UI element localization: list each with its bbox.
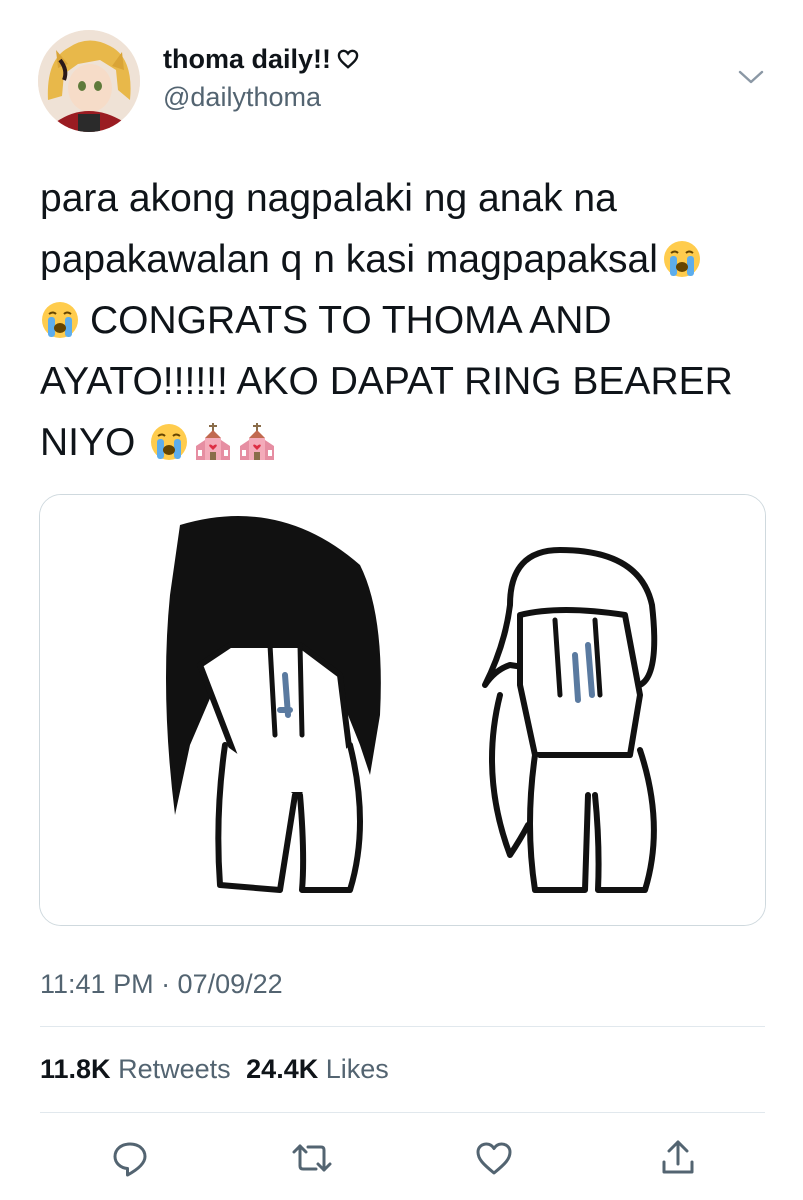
tweet-line-5: NIYO <box>40 412 780 473</box>
retweets-label[interactable]: Retweets <box>118 1054 231 1084</box>
reply-icon[interactable] <box>108 1136 152 1180</box>
retweets-count[interactable]: 11.8K <box>40 1054 111 1084</box>
tweet-line-3-text: CONGRATS TO THOMA AND <box>90 299 612 342</box>
display-name-text: thoma daily!! <box>163 44 332 74</box>
tweet-line-4: AYATO!!!!!! AKO DAPAT RING BEARER <box>40 360 733 403</box>
avatar[interactable] <box>38 30 140 132</box>
tweet-line-3: CONGRATS TO THOMA AND <box>40 290 780 351</box>
crying-face-emoji <box>662 236 702 277</box>
tweet-line-2-text: papakawalan q n kasi magpapaksal <box>40 238 658 281</box>
tweet-media-image[interactable] <box>39 494 766 926</box>
share-icon[interactable] <box>656 1136 700 1180</box>
like-icon[interactable] <box>472 1136 516 1180</box>
divider <box>40 1026 765 1027</box>
tweet-line-1: para akong nagpalaki ng anak na <box>40 177 617 220</box>
crying-face-emoji <box>149 419 189 460</box>
likes-label[interactable]: Likes <box>326 1054 389 1084</box>
tweet-timestamp[interactable]: 11:41 PM · 07/09/22 <box>40 969 283 1000</box>
chevron-down-icon[interactable] <box>737 68 765 86</box>
tweet-stats: 11.8K Retweets 24.4K Likes <box>40 1054 389 1085</box>
likes-count[interactable]: 24.4K <box>246 1054 318 1084</box>
display-name[interactable]: thoma daily!! <box>163 44 359 76</box>
wedding-chapel-emoji <box>237 419 277 460</box>
user-handle[interactable]: @dailythoma <box>163 82 321 113</box>
heart-outline-icon <box>337 45 359 76</box>
tweet-line-5-text: NIYO <box>40 421 136 464</box>
tweet-text: para akong nagpalaki ng anak na papakawa… <box>40 168 780 473</box>
divider <box>40 1112 765 1113</box>
wedding-chapel-emoji <box>193 419 233 460</box>
crying-face-emoji <box>40 297 80 338</box>
tweet-line-2: papakawalan q n kasi magpapaksal <box>40 229 780 290</box>
retweet-icon[interactable] <box>290 1136 334 1180</box>
